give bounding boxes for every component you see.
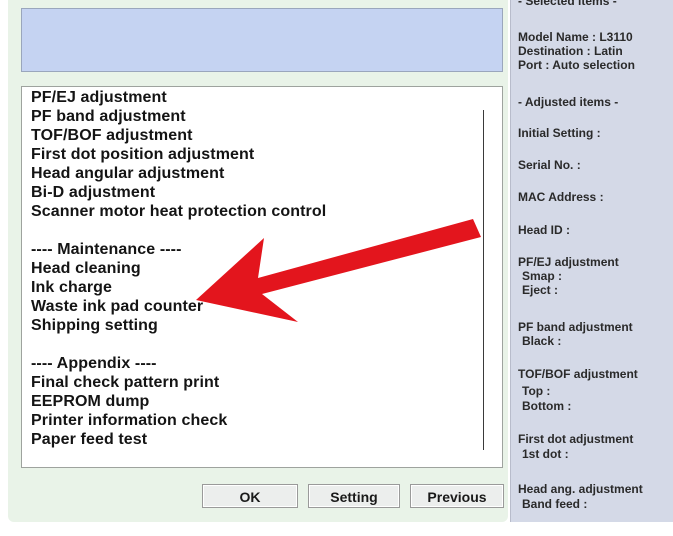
- info-panel: - Selected items - Model Name : L3110 De…: [510, 0, 673, 522]
- list-item[interactable]: ---- Maintenance ----: [31, 240, 326, 259]
- ok-button[interactable]: OK: [202, 484, 298, 508]
- list-item[interactable]: PF/EJ adjustment: [31, 88, 326, 107]
- adjustment-list[interactable]: PF/EJ adjustment PF band adjustment TOF/BO…: [21, 86, 503, 468]
- destination: Destination : Latin: [518, 44, 623, 58]
- service-adjustment-dialog: PF/EJ adjustment PF band adjustment TOF/BO…: [8, 0, 508, 522]
- head-id: Head ID :: [518, 223, 571, 237]
- first-dot-adjustment: First dot adjustment: [518, 432, 634, 446]
- list-item[interactable]: PF band adjustment: [31, 107, 326, 126]
- list-item[interactable]: Final check pattern print: [31, 373, 326, 392]
- first-dot-value: 1st dot :: [522, 447, 569, 461]
- port: Port : Auto selection: [518, 58, 635, 72]
- selection-display-box: [21, 8, 503, 72]
- list-spacer: [31, 221, 326, 240]
- adjusted-items-header: - Adjusted items -: [518, 95, 619, 109]
- tofbof-adjustment: TOF/BOF adjustment: [518, 367, 638, 381]
- screenshot: PF/EJ adjustment PF band adjustment TOF/BO…: [0, 0, 673, 536]
- pfej-adjustment: PF/EJ adjustment: [518, 255, 619, 269]
- list-item[interactable]: EEPROM dump: [31, 392, 326, 411]
- list-item[interactable]: Head angular adjustment: [31, 164, 326, 183]
- head-ang-adjustment: Head ang. adjustment: [518, 482, 643, 496]
- list-item[interactable]: Ink charge: [31, 278, 326, 297]
- serial-no: Serial No. :: [518, 158, 581, 172]
- top-value: Top :: [522, 384, 551, 398]
- selected-items-header: - Selected items -: [518, 0, 617, 8]
- smap: Smap :: [522, 269, 563, 283]
- setting-button[interactable]: Setting: [308, 484, 400, 508]
- list-scrollbar[interactable]: [483, 110, 484, 450]
- black: Black :: [522, 334, 562, 348]
- previous-button[interactable]: Previous: [410, 484, 504, 508]
- list-spacer: [31, 335, 326, 354]
- list-item[interactable]: Scanner motor heat protection control: [31, 202, 326, 221]
- bottom-strip: [0, 522, 673, 536]
- list-item[interactable]: TOF/BOF adjustment: [31, 126, 326, 145]
- pf-band-adjustment: PF band adjustment: [518, 320, 633, 334]
- list-item[interactable]: ---- Appendix ----: [31, 354, 326, 373]
- eject: Eject :: [522, 283, 559, 297]
- list-item[interactable]: Head cleaning: [31, 259, 326, 278]
- band-feed: Band feed :: [522, 497, 588, 511]
- list-item[interactable]: Printer information check: [31, 411, 326, 430]
- model-name: Model Name : L3110: [518, 30, 633, 44]
- list-item[interactable]: Waste ink pad counter: [31, 297, 326, 316]
- list-item[interactable]: Bi-D adjustment: [31, 183, 326, 202]
- list-item[interactable]: Paper feed test: [31, 430, 326, 449]
- mac-address: MAC Address :: [518, 190, 604, 204]
- adjustment-list-items: PF/EJ adjustment PF band adjustment TOF/BO…: [31, 88, 326, 449]
- bottom-value: Bottom :: [522, 399, 572, 413]
- list-item[interactable]: First dot position adjustment: [31, 145, 326, 164]
- initial-setting: Initial Setting :: [518, 126, 601, 140]
- list-item[interactable]: Shipping setting: [31, 316, 326, 335]
